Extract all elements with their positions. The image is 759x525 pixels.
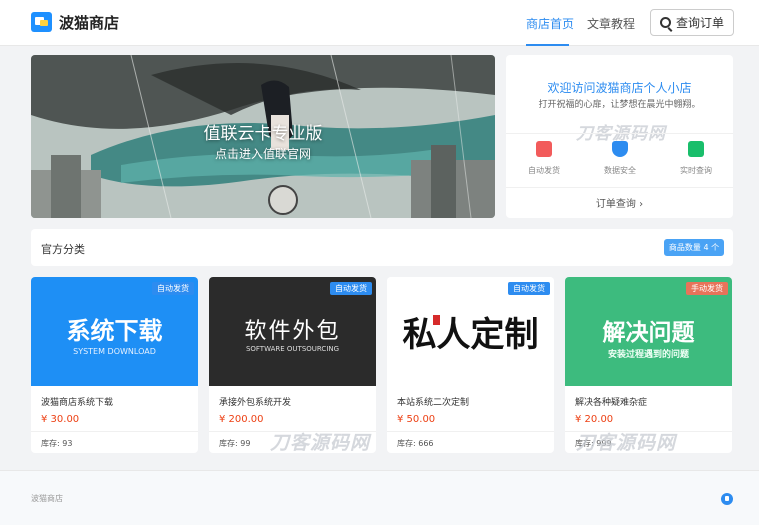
shield-icon[interactable] bbox=[721, 493, 733, 505]
product-image-title: 系统下载 bbox=[66, 317, 163, 345]
watermark: 刀客源码网 bbox=[576, 432, 677, 454]
product-price: ¥ 20.00 bbox=[575, 414, 614, 425]
divider bbox=[506, 187, 733, 188]
divider bbox=[31, 431, 198, 432]
order-query-link[interactable]: 订单查询 › bbox=[506, 195, 733, 210]
category-bar: 官方分类 商品数量 4 个 bbox=[31, 229, 733, 266]
product-count-badge: 商品数量 4 个 bbox=[664, 239, 724, 256]
product-stock: 库存: 666 bbox=[397, 439, 434, 448]
truck-icon bbox=[536, 141, 552, 157]
shield-icon bbox=[612, 141, 628, 157]
product-image-subtitle: SOFTWARE OUTSOURCING bbox=[245, 345, 340, 353]
product-image-title: 软件外包 bbox=[244, 319, 341, 344]
feature-label: 自动发货 bbox=[528, 166, 560, 175]
nav-home[interactable]: 商店首页 bbox=[526, 15, 574, 32]
top-navbar: 波猫商店 商店首页 文章教程 查询订单 bbox=[0, 0, 759, 46]
document-search-icon bbox=[688, 141, 704, 157]
product-image-subtitle: SYSTEM DOWNLOAD bbox=[73, 347, 156, 356]
product-card[interactable]: 系统下载 SYSTEM DOWNLOAD 自动发货 波猫商店系统下载 ¥ 30.… bbox=[31, 277, 198, 453]
site-name[interactable]: 波猫商店 bbox=[59, 12, 119, 33]
product-name: 承接外包系统开发 bbox=[219, 398, 292, 408]
watermark: 刀客源码网 bbox=[270, 432, 371, 454]
product-name: 波猫商店系统下载 bbox=[41, 398, 114, 408]
order-query-label: 订单查询 bbox=[595, 199, 636, 210]
category-title[interactable]: 官方分类 bbox=[41, 241, 85, 257]
product-card[interactable]: 解决问题 安装过程遇到的问题 手动发货 解决各种疑难杂症 ¥ 20.00 库存:… bbox=[565, 277, 732, 453]
feature-data-security: 数据安全 bbox=[588, 141, 652, 176]
delivery-badge: 手动发货 bbox=[686, 282, 728, 295]
product-name: 解决各种疑难杂症 bbox=[575, 398, 648, 408]
footer-text: 波猫商店 bbox=[31, 494, 63, 503]
banner-title: 值联云卡专业版 bbox=[203, 124, 323, 144]
promo-banner[interactable]: 值联云卡专业版 点击进入值联官网 bbox=[31, 55, 495, 218]
delivery-badge: 自动发货 bbox=[152, 282, 194, 295]
nav-articles[interactable]: 文章教程 bbox=[587, 15, 635, 32]
search-icon bbox=[659, 17, 671, 28]
product-name: 本站系统二次定制 bbox=[397, 398, 470, 408]
product-price: ¥ 200.00 bbox=[219, 414, 264, 425]
query-order-label: 查询订单 bbox=[675, 16, 724, 30]
chevron-right-icon: › bbox=[639, 199, 644, 210]
welcome-panel: 欢迎访问波猫商店个人小店 打开祝福的心扉，让梦想在晨光中翱翔。 刀客源码网 自动… bbox=[506, 55, 733, 218]
product-stock: 库存: 99 bbox=[219, 439, 251, 448]
divider bbox=[506, 133, 733, 134]
product-card[interactable]: 私人定制 自动发货 本站系统二次定制 ¥ 50.00 库存: 666 bbox=[387, 277, 554, 453]
delivery-badge: 自动发货 bbox=[330, 282, 372, 295]
divider bbox=[387, 431, 554, 432]
welcome-title: 欢迎访问波猫商店个人小店 bbox=[547, 81, 692, 95]
product-image-subtitle: 安装过程遇到的问题 bbox=[607, 350, 689, 360]
product-price: ¥ 30.00 bbox=[41, 414, 80, 425]
delivery-badge: 自动发货 bbox=[508, 282, 550, 295]
feature-auto-delivery: 自动发货 bbox=[512, 141, 576, 176]
product-stock: 库存: 93 bbox=[41, 439, 73, 448]
product-image-title: 私人定制 bbox=[402, 315, 539, 355]
red-seal-stamp bbox=[433, 315, 440, 325]
product-card[interactable]: 软件外包 SOFTWARE OUTSOURCING 自动发货 承接外包系统开发 … bbox=[209, 277, 376, 453]
feature-label: 实时查询 bbox=[680, 166, 712, 175]
footer: 波猫商店 bbox=[0, 470, 759, 525]
query-order-button[interactable]: 查询订单 bbox=[650, 9, 734, 36]
product-image-title: 解决问题 bbox=[602, 320, 695, 346]
feature-realtime-query: 实时查询 bbox=[664, 141, 728, 176]
banner-subtitle: 点击进入值联官网 bbox=[214, 147, 311, 161]
active-nav-indicator bbox=[526, 44, 569, 46]
product-price: ¥ 50.00 bbox=[397, 414, 436, 425]
store-logo-icon[interactable] bbox=[31, 12, 52, 32]
welcome-subtitle: 打开祝福的心扉，让梦想在晨光中翱翔。 bbox=[538, 100, 701, 110]
feature-label: 数据安全 bbox=[604, 166, 636, 175]
